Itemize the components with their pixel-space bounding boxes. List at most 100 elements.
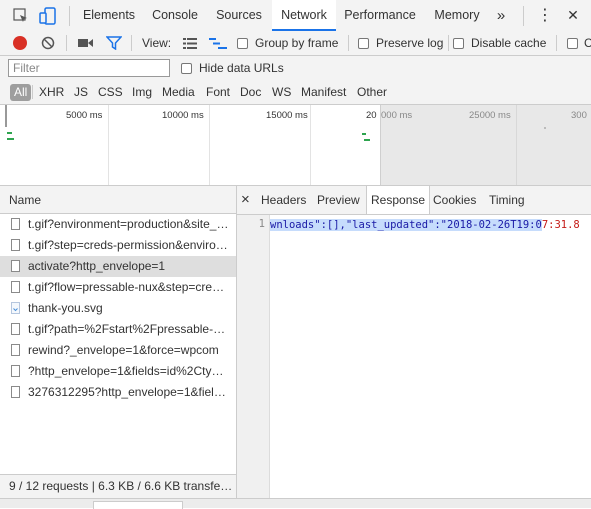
waterfall-overview-icon[interactable]: [209, 38, 227, 49]
file-icon: [11, 239, 20, 251]
request-name: t.gif?step=creds-permission&enviro…: [28, 238, 228, 252]
kebab-menu-icon[interactable]: ⋮: [535, 0, 555, 31]
drawer-tab[interactable]: [93, 501, 183, 509]
timeline-bar: [7, 138, 14, 140]
request-row[interactable]: thank-you.svg: [0, 298, 236, 319]
group-by-frame-checkbox[interactable]: [237, 38, 248, 49]
tab-memory[interactable]: Memory: [428, 0, 486, 31]
file-icon: [11, 218, 20, 230]
device-toolbar-icon[interactable]: [39, 7, 57, 25]
request-name: ?http_envelope=1&fields=id%2Cty…: [28, 364, 224, 378]
status-bar: 9 / 12 requests | 6.3 KB / 6.6 KB transf…: [0, 474, 237, 498]
request-name: thank-you.svg: [28, 301, 103, 315]
tab-sources[interactable]: Sources: [208, 0, 270, 31]
tab-response[interactable]: Response: [366, 186, 431, 214]
file-icon: [11, 344, 20, 356]
divider: [66, 35, 67, 51]
type-filter-ws[interactable]: WS: [272, 84, 291, 101]
tab-preview[interactable]: Preview: [317, 186, 360, 214]
grid-line: [209, 105, 210, 185]
request-row[interactable]: ?http_envelope=1&fields=id%2Cty…: [0, 361, 236, 382]
group-by-frame-label: Group by frame: [255, 36, 339, 50]
request-row-selected[interactable]: activate?http_envelope=1: [0, 256, 236, 277]
type-filter-img[interactable]: Img: [132, 84, 152, 101]
request-row[interactable]: t.gif?environment=production&site_…: [0, 214, 236, 235]
request-name: t.gif?flow=pressable-nux&step=cre…: [28, 280, 225, 294]
overview-left-handle[interactable]: [5, 105, 7, 127]
network-overview-timeline[interactable]: 5000 ms 10000 ms 15000 ms 20 000 ms 2500…: [0, 105, 591, 186]
more-tabs-icon[interactable]: »: [490, 0, 512, 31]
divider: [556, 35, 557, 51]
request-summary: 9 / 12 requests | 6.3 KB / 6.6 KB transf…: [9, 479, 233, 493]
type-filter-manifest[interactable]: Manifest: [301, 84, 346, 101]
timeline-bar: [364, 139, 370, 141]
type-filter-media[interactable]: Media: [162, 84, 195, 101]
divider: [32, 85, 33, 99]
view-label: View:: [142, 36, 172, 50]
type-filter-other[interactable]: Other: [357, 84, 387, 101]
timeline-bar: [7, 132, 12, 134]
file-icon: [11, 323, 20, 335]
type-filter-font[interactable]: Font: [206, 84, 230, 101]
selected-response-text: wnloads":[],"last_updated":"2018-02-26T1…: [270, 219, 542, 231]
svg-file-icon: [11, 302, 20, 314]
request-name: t.gif?path=%2Fstart%2Fpressable-…: [28, 322, 226, 336]
hide-data-urls-checkbox[interactable]: [181, 63, 192, 74]
tab-timing[interactable]: Timing: [489, 186, 525, 214]
offline-label-clipped: C: [584, 36, 591, 50]
preserve-log-label: Preserve log: [376, 36, 444, 50]
preserve-log-checkbox[interactable]: [358, 38, 369, 49]
filter-bar: Hide data URLs: [0, 56, 591, 80]
file-icon: [11, 281, 20, 293]
disable-cache-checkbox[interactable]: [453, 38, 464, 49]
type-filter-xhr[interactable]: XHR: [39, 84, 64, 101]
divider: [448, 35, 449, 51]
hide-data-urls-label: Hide data URLs: [199, 61, 284, 75]
type-filter-js[interactable]: JS: [74, 84, 88, 101]
timeline-bar: [362, 133, 366, 135]
line-number-gutter: 1: [237, 215, 270, 500]
grid-line: [108, 105, 109, 185]
divider: [348, 35, 349, 51]
name-column-header[interactable]: Name: [0, 186, 237, 214]
request-row[interactable]: t.gif?step=creds-permission&enviro…: [0, 235, 236, 256]
tick-label: 15000 ms: [266, 110, 308, 121]
type-filter-doc[interactable]: Doc: [240, 84, 261, 101]
divider: [523, 6, 524, 26]
request-row[interactable]: t.gif?path=%2Fstart%2Fpressable-…: [0, 319, 236, 340]
divider: [131, 35, 132, 51]
request-row[interactable]: t.gif?flow=pressable-nux&step=cre…: [0, 277, 236, 298]
close-icon[interactable]: ✕: [563, 0, 583, 31]
tick-label: 10000 ms: [162, 110, 204, 121]
inspect-element-icon[interactable]: [13, 8, 29, 24]
tick-label: 300: [571, 110, 587, 121]
network-toolbar: View: Group by frame Preserve log Disabl…: [0, 31, 591, 56]
response-code-line[interactable]: wnloads":[],"last_updated":"2018-02-26T1…: [270, 218, 580, 232]
tab-console[interactable]: Console: [144, 0, 206, 31]
tick-label: 20: [366, 110, 377, 121]
clear-icon[interactable]: [41, 36, 55, 50]
filter-input[interactable]: [8, 59, 170, 77]
request-row[interactable]: rewind?_envelope=1&force=wpcom: [0, 340, 236, 361]
type-filter-all[interactable]: All: [10, 84, 32, 101]
large-rows-icon[interactable]: [183, 38, 197, 49]
tab-performance[interactable]: Performance: [338, 0, 422, 31]
close-detail-icon[interactable]: ×: [241, 186, 250, 214]
request-name: rewind?_envelope=1&force=wpcom: [28, 343, 219, 357]
tab-network[interactable]: Network: [272, 0, 336, 31]
request-name: 3276312295?http_envelope=1&fiel…: [28, 385, 226, 399]
screenshot-camera-icon[interactable]: [78, 37, 94, 49]
tab-cookies[interactable]: Cookies: [433, 186, 476, 214]
type-filter-css[interactable]: CSS: [98, 84, 123, 101]
resource-type-filter: All XHR JS CSS Img Media Font Doc WS Man…: [0, 80, 591, 105]
offline-checkbox[interactable]: [567, 38, 578, 49]
file-icon: [11, 386, 20, 398]
request-row[interactable]: 3276312295?http_envelope=1&fiel…: [0, 382, 236, 403]
tab-headers[interactable]: Headers: [261, 186, 306, 214]
tab-elements[interactable]: Elements: [76, 0, 142, 31]
tick-label: 25000 ms: [469, 110, 511, 121]
filter-icon[interactable]: [105, 36, 123, 51]
record-button[interactable]: [13, 36, 27, 50]
timeline-bar: [544, 127, 546, 129]
grid-line: [310, 105, 311, 185]
